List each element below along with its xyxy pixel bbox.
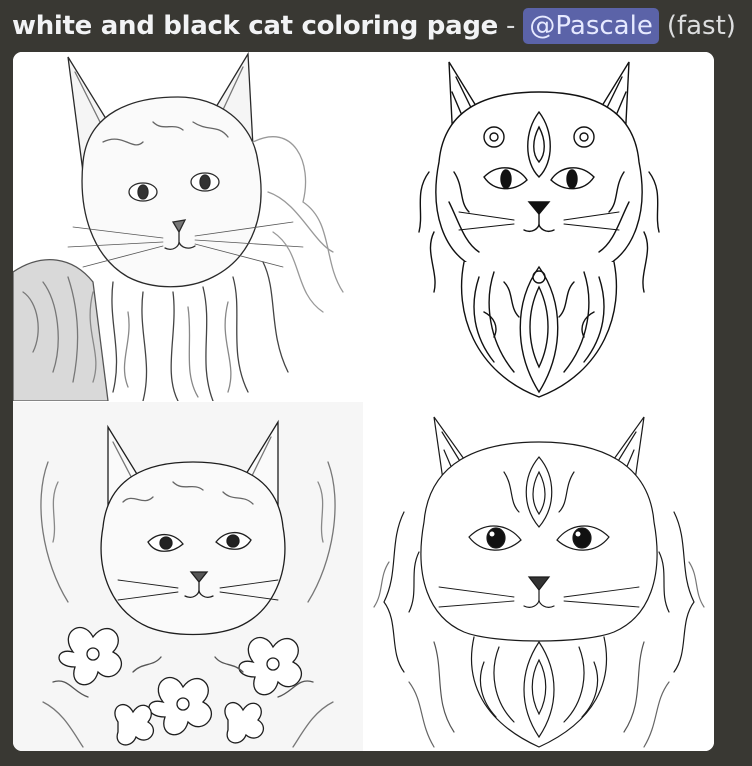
grid-image-2[interactable] (364, 52, 714, 401)
grid-image-3[interactable] (13, 402, 363, 751)
separator: - (506, 11, 516, 41)
cat-sketch-image (13, 52, 344, 401)
cat-ornate-fur-image (373, 416, 705, 748)
cat-mandala-image (418, 61, 660, 398)
message-header: white and black cat coloring page - @Pas… (12, 6, 746, 46)
prompt-text: white and black cat coloring page (12, 11, 498, 41)
speed-label: (fast) (666, 11, 736, 41)
user-mention[interactable]: @Pascale (523, 8, 659, 44)
image-grid (13, 52, 714, 751)
cat-floral-wreath-image (40, 419, 336, 748)
grid-image-1[interactable] (13, 52, 363, 401)
grid-image-4[interactable] (364, 402, 714, 751)
